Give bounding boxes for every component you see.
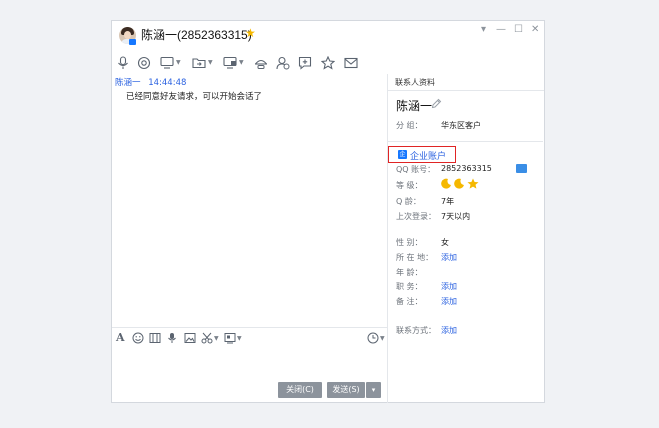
maximize-button[interactable]: ☐ [514,24,523,35]
contact-method-add-link[interactable]: 添加 [441,325,457,336]
input-toolbar: A ▼ ▼ ▼ [112,329,387,349]
last-login-label: 上次登录： [396,212,436,221]
message-plus-icon[interactable] [298,55,312,70]
profile-divider [387,141,543,142]
title-bar: 陈涵一(2852363315) ★ ▾ — ☐ ✕ [112,21,544,51]
star-icon [467,178,479,192]
message-header: 陈涵一 14:44:48 [115,76,186,88]
video-icon[interactable] [137,55,151,70]
enterprise-account-link[interactable]: 企业账户 [410,149,446,162]
gif-icon[interactable] [149,332,161,344]
add-contact-icon[interactable] [276,55,290,70]
input-divider [112,327,387,328]
chevron-down-icon[interactable]: ▼ [239,59,244,66]
qq-age-label: Q 龄： [396,197,421,206]
age-label: 年 龄： [396,268,423,277]
screen-share-icon[interactable]: ▼ [160,55,181,70]
qq-label: QQ 账号： [396,165,436,174]
location-add-link[interactable]: 添加 [441,252,457,263]
chevron-down-icon[interactable]: ▼ [214,335,219,342]
chevron-down-icon[interactable]: ▼ [237,335,242,342]
message-sender: 陈涵一 [115,78,141,88]
minimize-button[interactable]: — [496,24,506,35]
chevron-down-icon[interactable]: ▼ [208,59,213,66]
moon-icon [441,178,452,192]
settings-menu-icon[interactable]: ▾ [481,24,486,35]
qq-value: 2852363315 [441,164,492,173]
close-button[interactable]: 关闭(C) [278,382,322,398]
emoji-icon[interactable] [132,332,144,344]
edit-name-icon[interactable] [431,98,442,112]
email-icon[interactable] [344,55,358,70]
toolbar: ▼ ▼ ▼ [112,53,544,73]
level-icons [441,178,479,192]
enterprise-icon: 企 [398,150,407,159]
message-time: 14:44:48 [148,78,187,88]
window-title: 陈涵一(2852363315) [141,28,252,42]
send-options-button[interactable]: ▾ [366,382,381,398]
tab-label: 联系人资料 [395,78,435,87]
chat-window: 陈涵一(2852363315) ★ ▾ — ☐ ✕ ▼ ▼ ▼ 陈涵一 14:4… [111,20,545,403]
message-text: 已经同意好友请求，可以开始会话了 [126,92,263,102]
send-button[interactable]: 发送(S) [327,382,365,398]
close-window-button[interactable]: ✕ [531,24,539,35]
gender-label: 性 别： [396,238,423,247]
location-label: 所 在 地： [396,253,434,262]
qq-age-value: 7年 [441,197,455,206]
gender-value: 女 [441,238,449,247]
microphone-icon[interactable] [117,55,129,70]
remote-desktop-icon[interactable]: ▼ [223,55,244,70]
folder-icon[interactable]: ▼ [192,55,213,70]
device-badge-icon [129,39,136,45]
screenshot-icon[interactable]: ▼ [201,332,219,344]
tab-contact-profile[interactable]: 联系人资料 [388,74,544,91]
chevron-down-icon[interactable]: ▼ [380,335,385,342]
moon-icon [454,178,465,192]
favorite-icon[interactable] [321,55,335,70]
panel-divider[interactable] [387,74,388,403]
contact-name: 陈涵一 [396,99,433,113]
group-value: 华东区客户 [441,121,481,130]
chevron-down-icon[interactable]: ▼ [176,59,181,66]
contact-method-label: 联系方式： [396,326,436,335]
image-icon[interactable] [184,332,196,344]
position-add-link[interactable]: 添加 [441,281,457,292]
font-icon[interactable]: A [116,331,125,344]
clock-icon[interactable]: ▼ [367,332,385,344]
last-login-value: 7天以内 [441,212,471,221]
note-add-link[interactable]: 添加 [441,296,457,307]
level-label: 等 级： [396,181,423,190]
more-icon[interactable]: ▼ [224,332,242,344]
note-label: 备 注： [396,297,423,306]
voice-icon[interactable] [167,332,177,344]
meeting-icon[interactable] [254,55,268,70]
star-icon: ★ [245,26,256,40]
position-label: 职 务： [396,282,423,291]
group-label: 分 组： [396,121,423,130]
contact-card-icon[interactable] [516,164,527,173]
